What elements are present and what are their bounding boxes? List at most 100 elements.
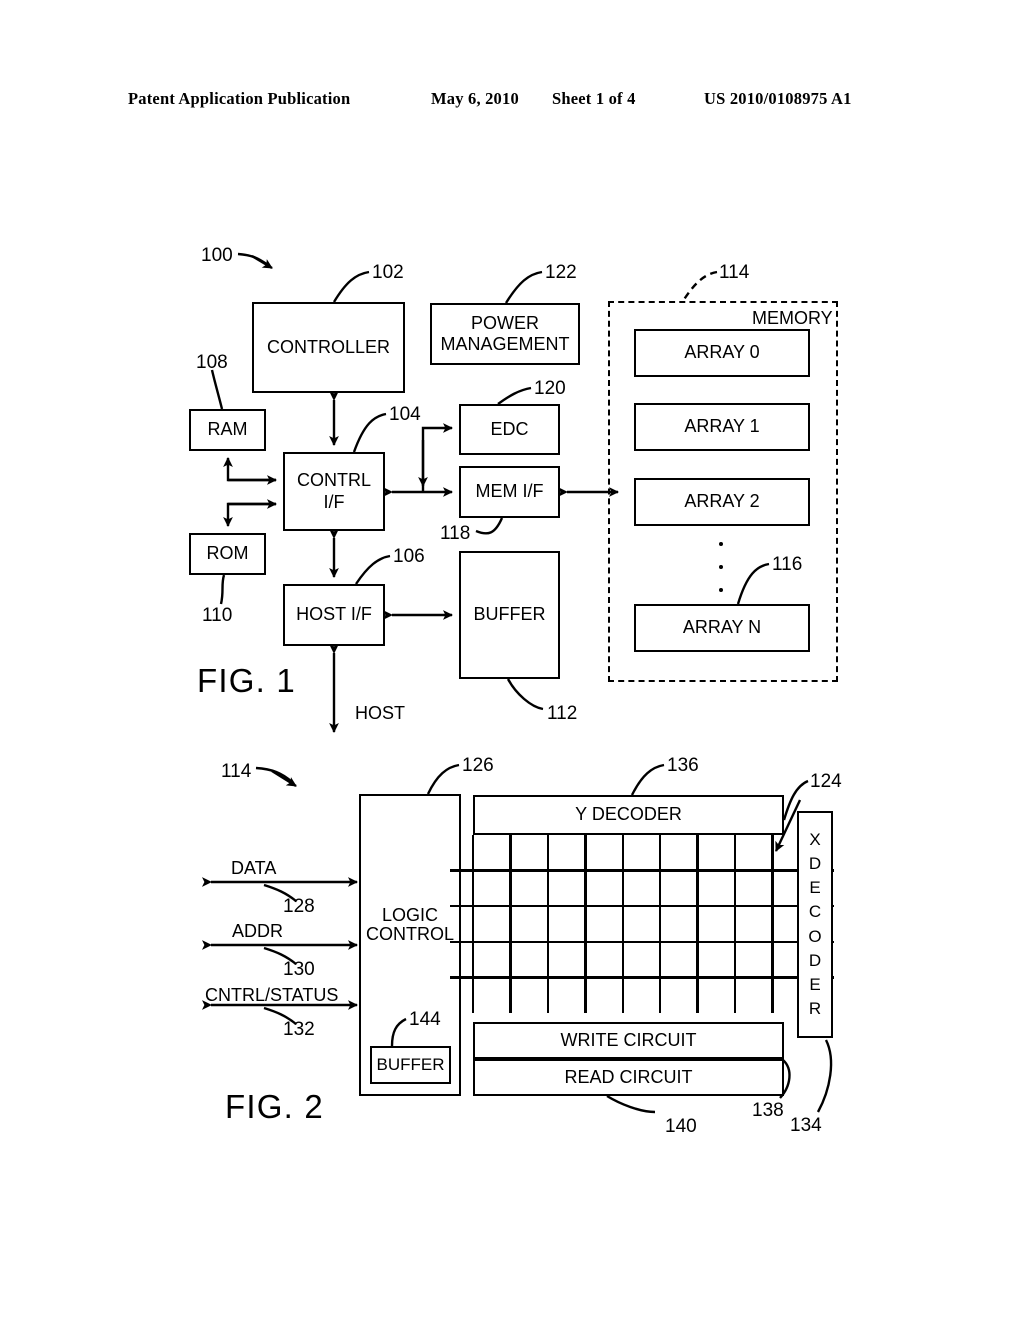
ref-102-controller: 102	[372, 262, 404, 283]
ref-120-edc: 120	[534, 378, 566, 399]
leader-126	[426, 763, 460, 795]
block-power-management-label-2: MANAGEMENT	[440, 334, 570, 354]
leader-110	[219, 574, 226, 605]
ref-106-host-interface: 106	[393, 546, 425, 567]
x-decoder-letter: O	[808, 926, 822, 946]
ref-140-read-circuit: 140	[665, 1116, 697, 1137]
block-control-logic-label-1: CONTROL	[365, 923, 454, 944]
signal-data-label: DATA	[231, 858, 277, 878]
block-edc: EDC	[459, 404, 560, 455]
arrow-to-rom	[223, 502, 276, 527]
x-decoder-letter: D	[808, 854, 822, 874]
grid-bit-line	[659, 835, 662, 1013]
block-rom: ROM	[189, 533, 266, 575]
block-buffer: BUFFER	[459, 551, 560, 679]
block-array-2-label: ARRAY 2	[684, 491, 760, 512]
block-ram: RAM	[189, 409, 266, 451]
x-decoder-letter: R	[808, 998, 822, 1018]
ref-100-system: 100	[201, 245, 233, 266]
grid-bit-line	[584, 835, 587, 1013]
ref-122-power-management: 122	[545, 262, 577, 283]
memory-container-label: MEMORY	[752, 308, 833, 328]
block-edc-label: EDC	[490, 418, 529, 439]
grid-bit-line	[546, 835, 550, 1013]
arrow-100	[251, 254, 273, 270]
ref-130-addr: 130	[283, 959, 315, 980]
leader-114	[681, 270, 718, 302]
x-decoder-letter: D	[808, 950, 822, 970]
leader-102	[332, 270, 370, 303]
block-read-circuit: READ CIRCUIT	[473, 1059, 784, 1096]
header-date: May 6, 2010	[431, 89, 519, 108]
ref-110-rom: 110	[202, 605, 233, 626]
signal-addr-label: ADDR	[232, 921, 284, 941]
ref-124-memory-cell: 124	[810, 771, 842, 792]
leader-134	[816, 1039, 833, 1113]
leader-120	[497, 386, 532, 405]
ref-104-control-interface: 104	[389, 404, 421, 425]
block-write-circuit-label: WRITE CIRCUIT	[560, 1029, 697, 1050]
grid-word-line	[450, 976, 834, 979]
leader-100	[237, 252, 269, 266]
header-sheet-number: Sheet 1 of 4	[552, 89, 636, 108]
grid-word-line	[450, 905, 834, 908]
grid-word-line	[450, 869, 834, 872]
block-rom-label: ROM	[206, 543, 249, 564]
leader-114-fig2	[255, 766, 293, 783]
block-array-1: ARRAY 1	[634, 403, 810, 451]
block-control-interface: CONTRL I/F	[283, 452, 385, 531]
block-control-interface-label-2: I/F	[323, 491, 345, 512]
signal-host-label: HOST	[355, 703, 406, 723]
leader-108	[210, 369, 224, 410]
arrow-114-fig2	[271, 769, 297, 788]
x-decoder-letter: E	[809, 878, 821, 898]
memory-cell-grid	[450, 835, 834, 1013]
arrow-to-ram	[223, 457, 276, 482]
x-decoder-letter: C	[808, 902, 822, 922]
leader-118	[475, 517, 504, 535]
ref-118-memory-interface: 118	[440, 523, 471, 544]
grid-bit-line	[733, 835, 737, 1013]
patent-drawing-sheet: Patent Application Publication May 6, 20…	[0, 0, 1024, 1320]
leader-140	[606, 1094, 656, 1114]
block-control-logic-buffer-label: BUFFER	[376, 1054, 445, 1074]
block-power-management: POWER MANAGEMENT	[430, 303, 580, 365]
ref-144-buffer: 144	[409, 1009, 441, 1030]
signal-cntrl-status-label: CNTRL/STATUS	[205, 985, 339, 1005]
ref-134-x-decoder: 134	[790, 1115, 822, 1136]
ref-128-data: 128	[283, 896, 315, 917]
grid-word-line	[450, 940, 834, 943]
grid-bit-line	[471, 835, 475, 1013]
block-array-1-label: ARRAY 1	[684, 416, 760, 437]
block-control-interface-label-1: CONTRL	[296, 470, 371, 491]
block-array-2: ARRAY 2	[634, 478, 810, 526]
leader-106	[355, 554, 391, 585]
ref-126-control-logic: 126	[462, 755, 494, 776]
leader-112	[506, 678, 544, 711]
ref-108-ram: 108	[196, 352, 228, 373]
grid-bit-line	[509, 835, 512, 1013]
ref-132-cntrl-status: 132	[283, 1019, 315, 1040]
figure-1-label: FIG. 1	[197, 662, 296, 699]
block-control-logic-label-2: LOGIC	[381, 905, 438, 925]
block-write-circuit: WRITE CIRCUIT	[473, 1022, 784, 1059]
block-y-decoder-label: Y DECODER	[575, 804, 682, 825]
block-power-management-label-1: POWER	[470, 312, 539, 333]
block-memory-interface-label: MEM I/F	[475, 481, 544, 502]
ref-136-y-decoder: 136	[667, 755, 699, 776]
leader-136	[630, 763, 665, 796]
ref-114-array-fig2: 114	[221, 761, 252, 782]
array-ellipsis	[718, 542, 724, 592]
block-array-0: ARRAY 0	[634, 329, 810, 377]
block-array-n-label: ARRAY N	[682, 617, 762, 638]
header-publication-title: Patent Application Publication	[128, 89, 351, 108]
block-controller-label: CONTROLLER	[266, 336, 391, 357]
ref-112-buffer: 112	[547, 703, 578, 724]
block-buffer-label: BUFFER	[473, 604, 546, 625]
arrow-bus-edc	[421, 423, 453, 492]
block-array-n: ARRAY N	[634, 604, 810, 652]
x-decoder-letter: X	[809, 830, 821, 849]
leader-104	[352, 412, 387, 453]
block-x-decoder: XDECODER	[797, 811, 833, 1038]
block-y-decoder: Y DECODER	[473, 795, 784, 835]
